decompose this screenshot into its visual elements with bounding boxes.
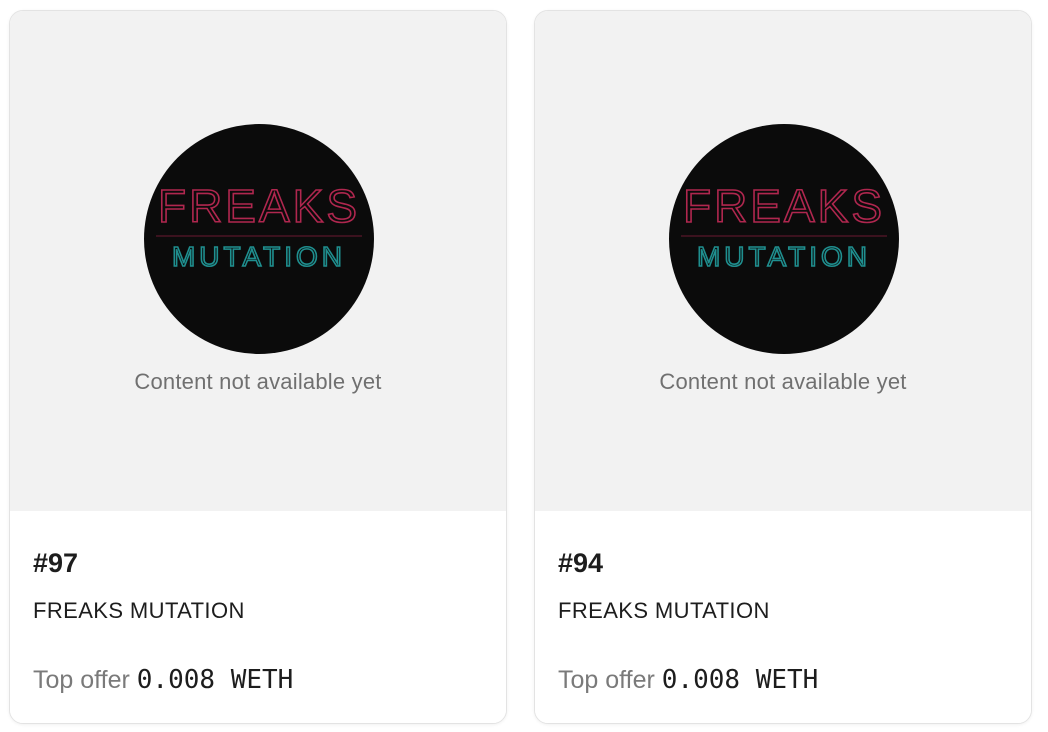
nft-card[interactable]: FREAKS MUTATION Content not available ye… bbox=[9, 10, 507, 724]
collection-logo: FREAKS MUTATION bbox=[669, 124, 899, 354]
top-offer-label: Top offer bbox=[558, 666, 655, 694]
token-id: #94 bbox=[558, 548, 604, 578]
nft-media[interactable]: FREAKS MUTATION Content not available ye… bbox=[10, 11, 506, 511]
freaks-mutation-logo: FREAKS MUTATION bbox=[681, 179, 887, 273]
nft-grid: FREAKS MUTATION Content not available ye… bbox=[0, 0, 1048, 732]
top-offer: Top offer 0.008 WETH bbox=[558, 665, 818, 695]
top-offer-value: 0.008 WETH bbox=[661, 665, 819, 695]
top-offer-value: 0.008 WETH bbox=[136, 665, 294, 695]
logo-word-bottom: MUTATION bbox=[697, 241, 871, 272]
nft-card[interactable]: FREAKS MUTATION Content not available ye… bbox=[534, 10, 1032, 724]
collection-name: FREAKS MUTATION bbox=[33, 598, 245, 623]
collection-name: FREAKS MUTATION bbox=[558, 598, 770, 623]
top-offer: Top offer 0.008 WETH bbox=[33, 665, 293, 695]
logo-word-top: FREAKS bbox=[683, 180, 885, 232]
top-offer-label: Top offer bbox=[33, 666, 130, 694]
collection-logo: FREAKS MUTATION bbox=[144, 124, 374, 354]
freaks-mutation-logo: FREAKS MUTATION bbox=[156, 179, 362, 273]
logo-word-bottom: MUTATION bbox=[172, 241, 346, 272]
nft-info: #97 FREAKS MUTATION Top offer 0.008 WETH bbox=[10, 511, 506, 723]
token-id: #97 bbox=[33, 548, 79, 578]
logo-word-top: FREAKS bbox=[158, 180, 360, 232]
content-unavailable-text: Content not available yet bbox=[659, 369, 907, 394]
nft-media[interactable]: FREAKS MUTATION Content not available ye… bbox=[535, 11, 1031, 511]
nft-info: #94 FREAKS MUTATION Top offer 0.008 WETH bbox=[535, 511, 1031, 723]
content-unavailable-text: Content not available yet bbox=[134, 369, 382, 394]
